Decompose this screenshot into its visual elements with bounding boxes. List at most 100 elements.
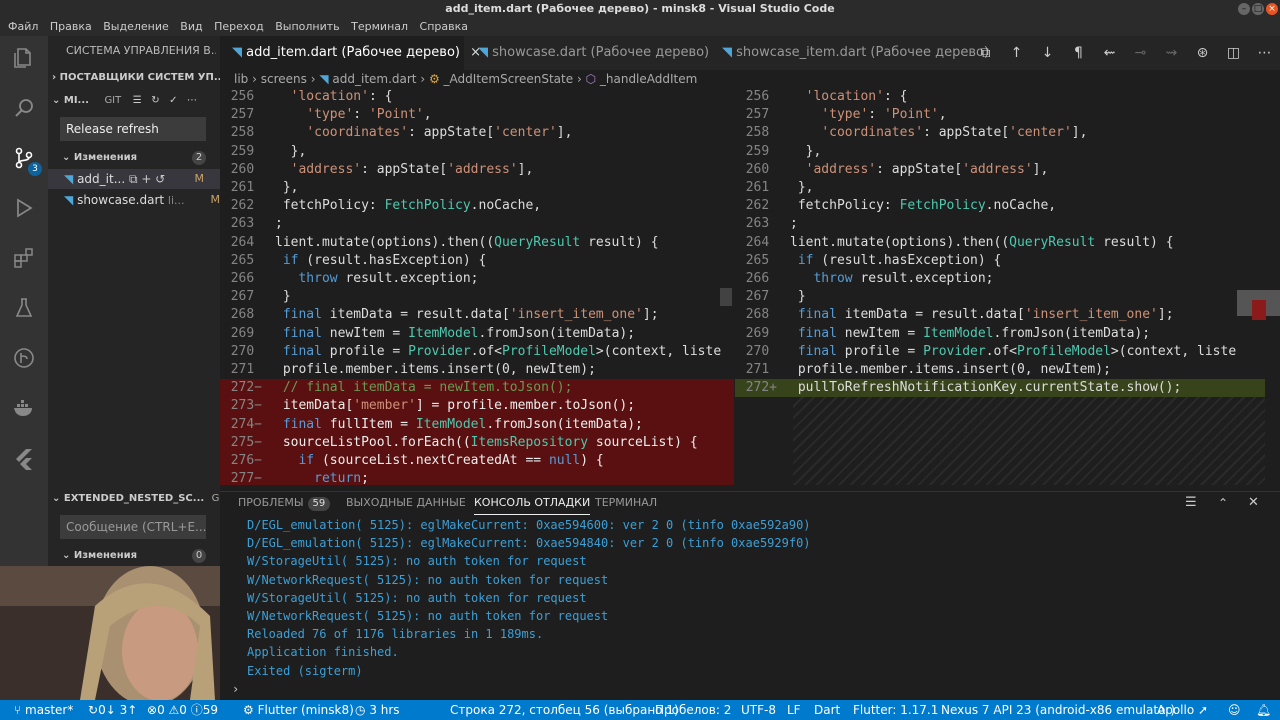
search-icon[interactable] [8,92,40,124]
repo-section-minsk8[interactable]: ⌄ MI... GIT ☰ ↻ ✓ ⋯ [52,95,220,106]
apollo-status[interactable]: Apollo ➚ [1157,700,1208,720]
encoding[interactable]: UTF-8 [741,700,776,720]
split-editor-icon[interactable]: ◫ [1218,36,1249,70]
minimize-button[interactable]: – [1238,3,1250,15]
line-number: 257 [745,107,777,123]
rocket-icon: ➚ [1198,703,1209,717]
clock-icon: ◷ [355,703,366,717]
problems-status[interactable]: ⊗0 ⚠0 ⓘ59 [147,700,218,720]
changed-file-showcase[interactable]: ◥ showcase.dart li... M [64,190,220,210]
explorer-icon[interactable] [8,42,40,74]
line-number: 274− [230,416,262,432]
go-forward-icon[interactable]: ⇝ [1156,36,1187,70]
breadcrumb-screens[interactable]: screens [261,72,307,86]
diff-editor-modified[interactable]: 256 'location': {257 'type': 'Point', 258… [735,88,1265,485]
breadcrumb-class[interactable]: _AddItemScreenState [444,72,574,86]
feedback-icon[interactable]: ☺ [1228,700,1241,720]
time-tracker[interactable]: ◷ 3 hrs [355,700,400,720]
code-text: fetchPolicy: FetchPolicy.noCache, [275,198,542,214]
line-number: 258 [745,125,777,141]
more-actions-icon[interactable]: ⋯ [1249,36,1280,70]
commit-check-icon[interactable]: ✓ [169,95,177,106]
close-window-button[interactable]: × [1266,3,1278,15]
language-mode[interactable]: Dart [814,700,840,720]
line-number: 269 [745,325,777,341]
device-selector[interactable]: Nexus 7 API 23 (android-x86 emulator) [941,700,1175,720]
branch-status[interactable]: ⑂ master* [14,700,73,720]
diff-editor-original[interactable]: 256 'location': {257 'type': 'Point', 258… [220,88,734,485]
class-icon: ⚙ [428,72,440,86]
tab-showcase[interactable]: ◥ showcase.dart (Рабочее дерево) [466,36,709,70]
more-actions-icon[interactable]: ⋯ [187,95,197,106]
menu-file[interactable]: Файл [4,20,42,33]
source-control-icon[interactable]: 3 [8,142,42,176]
next-change-icon[interactable]: ↓ [1032,36,1063,70]
maximize-panel-icon[interactable]: ⌃ [1218,492,1228,514]
code-text: final fullItem = ItemModel.fromJson(item… [282,416,643,432]
commit-dot-icon[interactable]: ⊸ [1125,36,1156,70]
menu-terminal[interactable]: Терминал [347,20,412,33]
dart-file-icon: ◥ [232,45,242,60]
scrollbar-thumb[interactable] [720,288,732,306]
close-panel-icon[interactable]: ✕ [1248,492,1259,514]
menu-help[interactable]: Справка [416,20,472,33]
tab-showcase-item[interactable]: ◥ showcase_item.dart (Рабочее дерево) [710,36,989,70]
open-file-icon[interactable]: ⧉ [129,172,138,186]
changes-group[interactable]: ⌄ Изменения [62,152,137,163]
console-line: W/StorageUtil( 5125): no auth token for … [247,554,587,569]
menu-run[interactable]: Выполнить [271,20,343,33]
breadcrumb-file[interactable]: add_item.dart [332,72,416,86]
menu-edit[interactable]: Правка [46,20,96,33]
debug-console[interactable]: D/EGL_emulation( 5125): eglMakeCurrent: … [220,516,1280,700]
open-file-icon[interactable]: ⧉ [970,36,1001,70]
end-of-line[interactable]: LF [787,700,801,720]
flutter-icon[interactable] [8,442,40,474]
tab-add-item[interactable]: ◥ add_item.dart (Рабочее дерево) × [220,36,481,70]
docker-icon[interactable] [8,392,40,424]
extensions-icon[interactable] [8,242,40,274]
repo-section-extended[interactable]: ⌄ EXTENDED_NESTED_SC... GIT [52,493,220,504]
refresh-icon[interactable]: ↻ [151,95,159,106]
breadcrumb-lib[interactable]: lib [234,72,248,86]
tab-terminal[interactable]: ТЕРМИНАЛ [595,492,657,514]
changes-group-2[interactable]: ⌄ Изменения [62,550,137,561]
whitespace-icon[interactable]: ¶ [1063,36,1094,70]
code-text: 'coordinates': appState['center'], [306,125,573,141]
console-prompt[interactable]: › [232,680,1280,698]
notifications-icon[interactable]: 🔔︎ [1256,700,1271,720]
line-number: 270 [230,343,262,359]
code-text: } [790,289,806,305]
indentation[interactable]: Пробелов: 2 [655,700,731,720]
run-debug-icon[interactable] [8,192,40,224]
menu-selection[interactable]: Выделение [99,20,173,33]
tab-debug-console[interactable]: КОНСОЛЬ ОТЛАДКИ [474,492,591,515]
menu-view[interactable]: Вид [176,20,206,33]
warning-icon: ⚠ [168,703,180,717]
tab-output[interactable]: ВЫХОДНЫЕ ДАННЫЕ [346,492,466,514]
changed-file-add-item[interactable]: ◥ add_it... ⧉ + ↺ M [48,169,220,189]
cursor-position[interactable]: Строка 272, столбец 56 (выбрано 1) [450,700,679,720]
stage-plus-icon[interactable]: + [141,172,151,186]
flutter-session[interactable]: ⚙ Flutter (minsk8) [243,700,354,720]
testing-flask-icon[interactable] [8,292,40,324]
view-as-tree-icon[interactable]: ☰ [133,95,142,106]
maximize-button[interactable]: □ [1252,3,1264,15]
commit-message-input-2[interactable]: Сообщение (CTRL+E... [60,515,206,539]
code-line: 264 lient.mutate(options).then((QueryRes… [220,234,734,252]
tab-problems[interactable]: ПРОБЛЕМЫ 59 [238,492,331,514]
dart-file-icon: ◥ [319,72,329,86]
line-number: 267 [230,289,262,305]
providers-section[interactable]: › ПОСТАВЩИКИ СИСТЕМ УП... [52,72,225,83]
go-back-icon[interactable]: ⇜ [1094,36,1125,70]
filter-list-icon[interactable]: ☰ [1185,492,1197,514]
discard-icon[interactable]: ↺ [155,172,165,186]
sync-status[interactable]: ↻0↓ 3↑ [88,700,137,720]
breadcrumb-method[interactable]: _handleAddItem [600,72,697,86]
git-lens-icon[interactable]: ⊛ [1187,36,1218,70]
menu-go[interactable]: Переход [210,20,268,33]
code-line: 273− itemData['member'] = profile.member… [220,397,734,416]
previous-change-icon[interactable]: ↑ [1001,36,1032,70]
git-graph-icon[interactable] [8,342,40,374]
flutter-version[interactable]: Flutter: 1.17.1 [853,700,938,720]
commit-message-input[interactable]: Release refresh [60,117,206,141]
